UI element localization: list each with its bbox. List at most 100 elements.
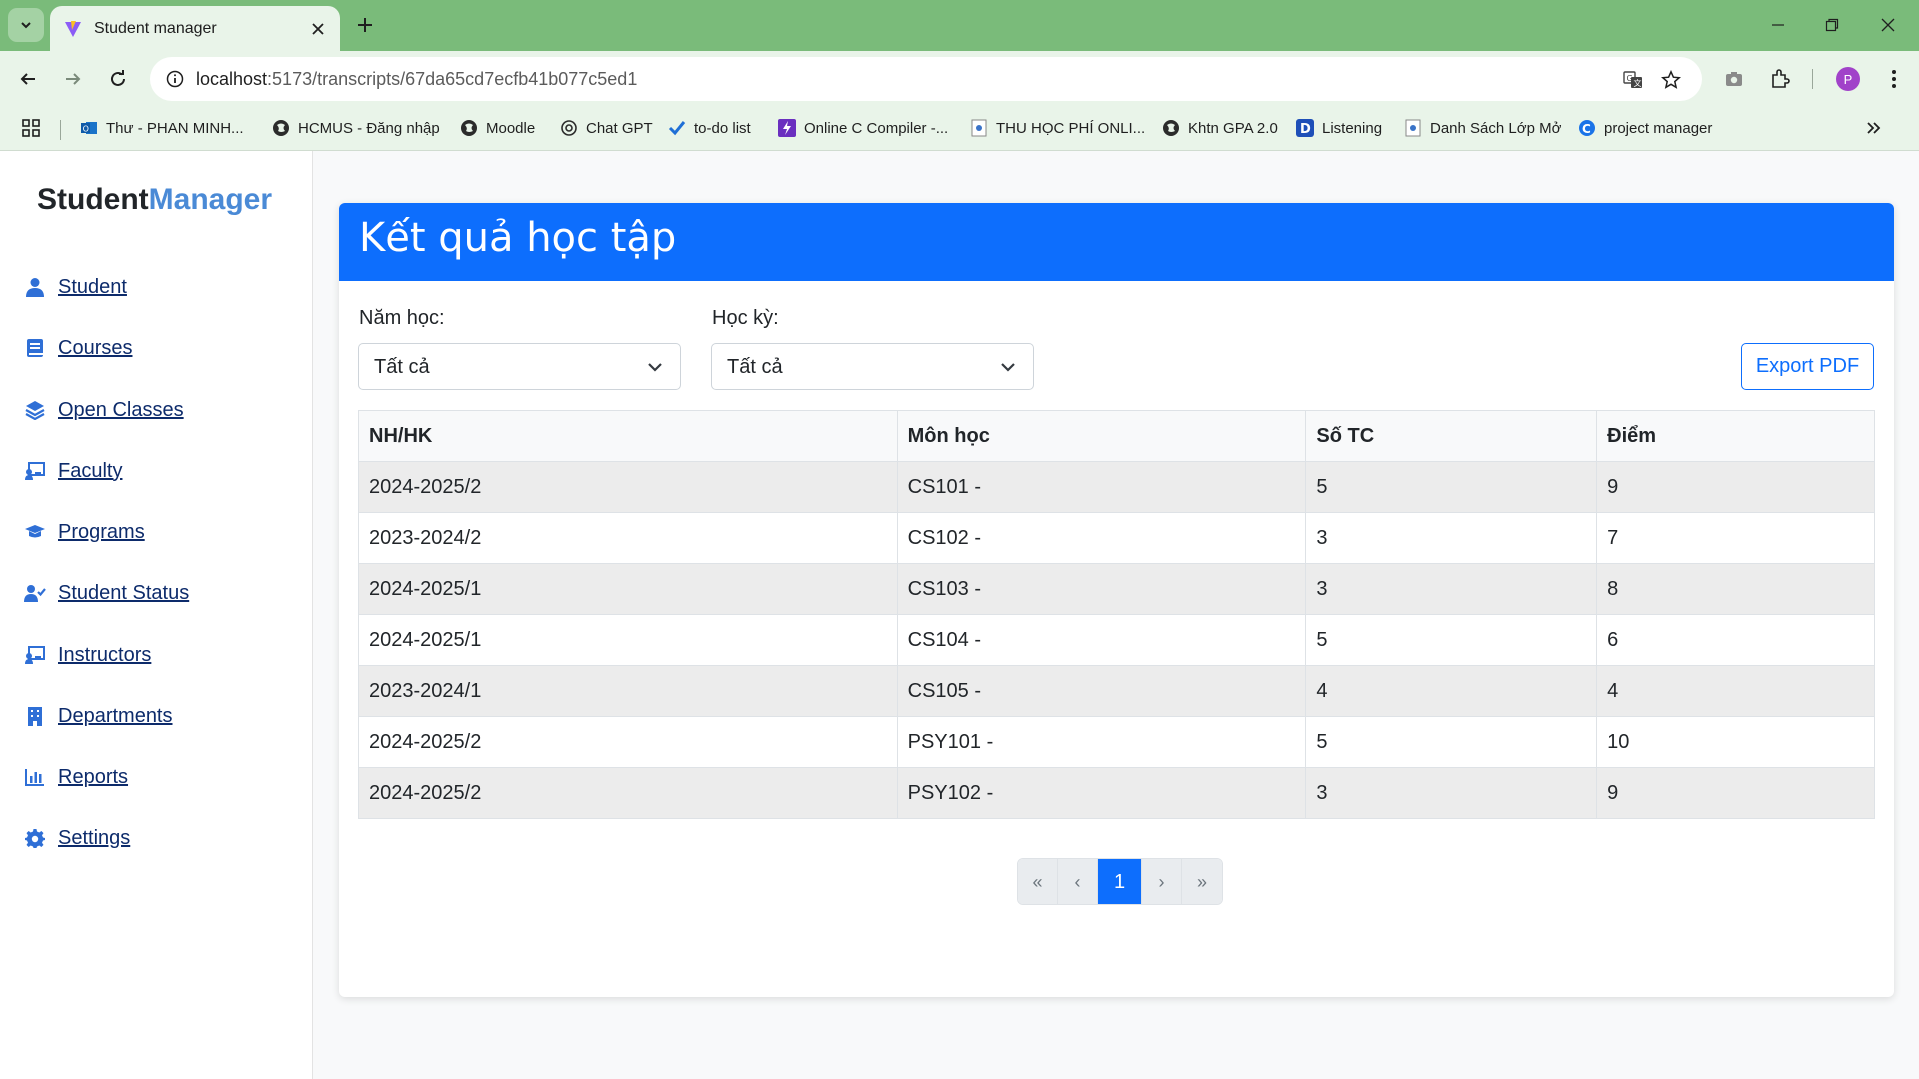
sidebar-item-open-classes[interactable]: Open Classes — [24, 395, 184, 425]
tab-title: Student manager — [94, 19, 217, 37]
pagination-page-button[interactable]: 1 — [1098, 859, 1142, 904]
transcript-table: NH/HK Môn học Số TC Điểm 2024-2025/2 CS1… — [358, 410, 1875, 819]
apps-grid-icon[interactable] — [22, 116, 40, 140]
year-filter-label: Năm học: — [359, 307, 445, 329]
app-logo[interactable]: StudentManager — [37, 183, 272, 217]
sidebar-item-departments[interactable]: Departments — [24, 701, 173, 731]
sidebar-item-label: Open Classes — [58, 398, 184, 421]
semester-filter-label: Học kỳ: — [712, 307, 779, 329]
sidebar-item-faculty[interactable]: Faculty — [24, 456, 122, 486]
sidebar-item-label: Faculty — [58, 459, 123, 482]
url-text[interactable]: localhost:5173/transcripts/67da65cd7ecfb… — [196, 69, 637, 90]
chalkboard-teacher-icon — [24, 644, 46, 666]
bookmark-item[interactable]: C project manager — [1578, 116, 1712, 140]
bolt-icon — [778, 119, 796, 137]
svg-text:D: D — [1300, 122, 1311, 137]
cell-grade: 10 — [1596, 716, 1875, 768]
pagination-first-button[interactable]: « — [1018, 859, 1058, 904]
menu-kebab-icon[interactable] — [1878, 63, 1910, 95]
cell-term: 2023-2024/1 — [358, 665, 898, 717]
pagination-next-button[interactable]: › — [1142, 859, 1182, 904]
pagination-prev-button[interactable]: ‹ — [1058, 859, 1098, 904]
building-icon — [24, 705, 46, 727]
bookmark-item[interactable]: THU HỌC PHÍ ONLI... — [970, 116, 1145, 140]
bookmark-item[interactable]: O Thư - PHAN MINH... — [80, 116, 244, 140]
back-button[interactable] — [10, 61, 46, 97]
cell-credits: 3 — [1305, 512, 1598, 564]
plus-icon — [358, 18, 372, 32]
sidebar: StudentManager Student Courses Open Clas… — [0, 151, 313, 1079]
bookmark-item[interactable]: D Listening — [1296, 116, 1382, 140]
cell-grade: 7 — [1596, 512, 1875, 564]
minimize-icon — [1772, 24, 1784, 26]
sidebar-item-reports[interactable]: Reports — [24, 762, 128, 792]
restore-button[interactable] — [1810, 8, 1854, 42]
svg-text:文: 文 — [1634, 78, 1642, 88]
semester-select[interactable]: Tất cả — [711, 343, 1034, 390]
column-header-grade[interactable]: Điểm — [1596, 410, 1875, 462]
address-bar[interactable]: localhost:5173/transcripts/67da65cd7ecfb… — [150, 57, 1702, 101]
vite-icon — [65, 20, 81, 37]
bookmark-item[interactable]: to-do list — [668, 116, 751, 140]
tab-close-icon[interactable] — [304, 15, 332, 43]
cell-term: 2024-2025/1 — [358, 614, 898, 666]
card-header: Kết quả học tập — [339, 203, 1894, 281]
sidebar-item-instructors[interactable]: Instructors — [24, 640, 151, 670]
bookmarks-overflow-icon[interactable] — [1866, 116, 1882, 140]
close-window-button[interactable] — [1866, 8, 1910, 42]
url-host: localhost — [196, 69, 268, 89]
reload-button[interactable] — [100, 61, 136, 97]
extensions-icon[interactable] — [1764, 63, 1796, 95]
table-row: 2024-2025/1 CS103 - 3 8 — [358, 563, 1875, 615]
year-select[interactable]: Tất cả — [358, 343, 681, 390]
column-header-course[interactable]: Môn học — [896, 410, 1307, 462]
profile-avatar[interactable]: P — [1836, 67, 1860, 91]
screenshot-icon[interactable] — [1718, 63, 1750, 95]
minimize-button[interactable] — [1756, 8, 1800, 42]
sidebar-item-student[interactable]: Student — [24, 272, 127, 302]
translate-icon[interactable]: G文 — [1618, 65, 1648, 95]
table-header-row: NH/HK Môn học Số TC Điểm — [358, 410, 1875, 462]
sidebar-item-courses[interactable]: Courses — [24, 333, 132, 363]
new-tab-button[interactable] — [350, 10, 380, 40]
site-info-icon[interactable] — [160, 64, 190, 94]
column-header-credits[interactable]: Số TC — [1305, 410, 1598, 462]
toolbar-divider — [1812, 69, 1813, 89]
bookmark-item[interactable]: Chat GPT — [560, 116, 653, 140]
tab-active[interactable]: Student manager — [50, 6, 340, 51]
reload-icon — [111, 70, 125, 86]
bookmark-item[interactable]: Online C Compiler -... — [778, 116, 948, 140]
sidebar-item-label: Courses — [58, 336, 133, 359]
forward-button[interactable] — [55, 61, 91, 97]
sidebar-item-settings[interactable]: Settings — [24, 823, 130, 853]
bookmark-item[interactable]: Khtn GPA 2.0 — [1162, 116, 1278, 140]
cell-term: 2024-2025/2 — [358, 461, 898, 513]
cell-course: CS103 - — [896, 563, 1307, 615]
globe-icon — [1162, 119, 1180, 137]
bookmark-label: Khtn GPA 2.0 — [1188, 119, 1278, 137]
user-icon — [24, 276, 46, 298]
bookmark-star-icon[interactable] — [1656, 65, 1686, 95]
bookmark-item[interactable]: Danh Sách Lớp Mở — [1404, 116, 1561, 140]
arrow-right-icon — [66, 73, 81, 85]
close-icon — [1881, 18, 1895, 32]
bookmark-item[interactable]: HCMUS - Đăng nhập — [272, 116, 440, 140]
check-icon — [668, 119, 686, 137]
d-icon: D — [1296, 119, 1314, 137]
bookmark-item[interactable]: Moodle — [460, 116, 535, 140]
pagination-last-button[interactable]: » — [1182, 859, 1222, 904]
cell-credits: 5 — [1305, 614, 1598, 666]
cell-course: CS105 - — [896, 665, 1307, 717]
sidebar-item-label: Reports — [58, 765, 129, 788]
export-pdf-button[interactable]: Export PDF — [1741, 343, 1874, 390]
bookmark-label: Danh Sách Lớp Mở — [1430, 119, 1562, 137]
bookmark-label: Listening — [1322, 119, 1383, 137]
column-header-term[interactable]: NH/HK — [358, 410, 898, 462]
sidebar-item-student-status[interactable]: Student Status — [24, 578, 189, 608]
table-row: 2024-2025/2 CS101 - 5 9 — [358, 461, 1875, 513]
bookmark-label: Moodle — [486, 119, 536, 137]
cell-term: 2024-2025/2 — [358, 716, 898, 768]
arrow-left-icon — [20, 73, 35, 85]
tab-search-button[interactable] — [8, 8, 44, 42]
sidebar-item-programs[interactable]: Programs — [24, 517, 145, 547]
